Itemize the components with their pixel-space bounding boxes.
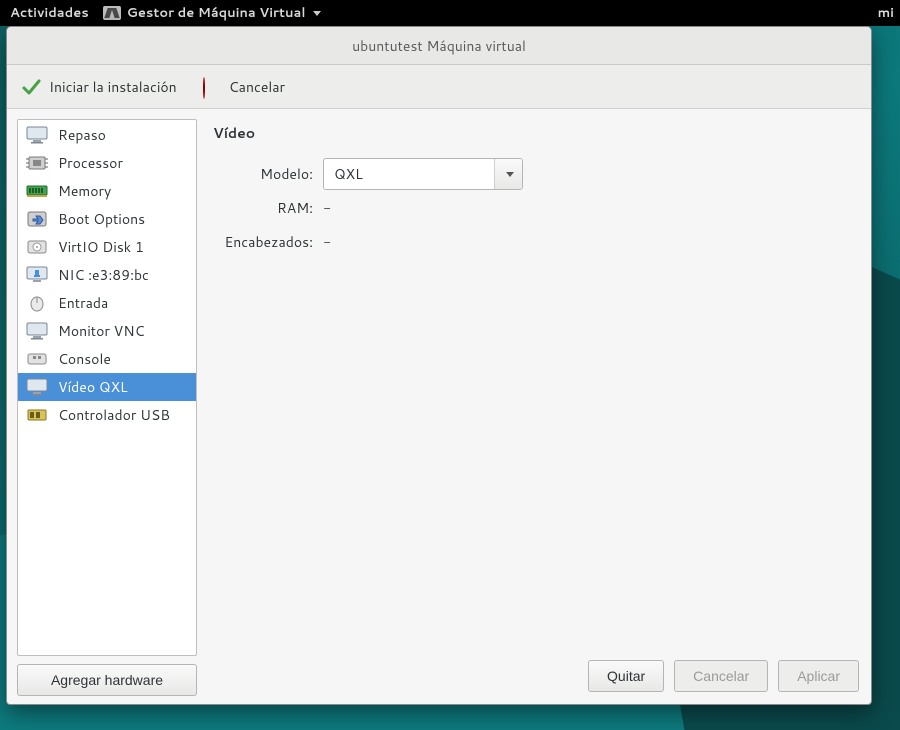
window-titlebar[interactable]: ubuntutest Máquina virtual (7, 27, 871, 65)
heads-label: Encabezados: (211, 232, 323, 252)
hw-item[interactable]: Entrada (18, 289, 196, 317)
hardware-list[interactable]: Repaso Processor Memory Boot Options VirtIO … (17, 119, 197, 656)
hw-item-label: Boot Options (58, 209, 145, 229)
hw-item-label: Memory (58, 181, 111, 201)
hw-item[interactable]: VirtIO Disk 1 (18, 233, 196, 261)
usb-icon (26, 406, 48, 424)
hw-item-label: Controlador USB (58, 405, 170, 425)
hw-item-label: Entrada (58, 293, 108, 313)
hw-item[interactable]: NIC :e3:89:bc (18, 261, 196, 289)
hw-item[interactable]: Boot Options (18, 205, 196, 233)
virt-manager-icon (103, 6, 121, 20)
hw-item-label: NIC :e3:89:bc (58, 265, 149, 285)
disk-icon (26, 238, 48, 256)
hw-item-label: Processor (58, 153, 123, 173)
monitor-icon (26, 322, 48, 340)
hw-item[interactable]: Memory (18, 177, 196, 205)
combobox-toggle[interactable] (494, 159, 522, 189)
begin-install-button[interactable]: Iniciar la instalación (19, 73, 179, 101)
model-label: Modelo: (211, 164, 323, 184)
nic-icon (26, 266, 48, 284)
boot-icon (26, 210, 48, 228)
vm-details-window: ubuntutest Máquina virtual Iniciar la in… (6, 26, 872, 705)
hw-item[interactable]: Vídeo QXL (18, 373, 196, 401)
stop-icon (203, 78, 221, 96)
hw-item-label: Console (58, 349, 111, 369)
app-menu-label: Gestor de Máquina Virtual (127, 4, 306, 22)
cancel-install-label: Cancelar (229, 77, 285, 97)
begin-install-label: Iniciar la instalación (49, 77, 177, 97)
hw-item[interactable]: Controlador USB (18, 401, 196, 429)
mouse-icon (26, 294, 48, 312)
toolbar: Iniciar la instalación Cancelar (7, 65, 871, 109)
hw-item-label: Repaso (58, 125, 106, 145)
chevron-down-icon (313, 11, 321, 16)
gnome-topbar: Actividades Gestor de Máquina Virtual mi (0, 0, 900, 26)
model-combobox[interactable]: QXL (323, 158, 523, 190)
hw-item-label: Vídeo QXL (58, 377, 128, 397)
ram-label: RAM: (211, 198, 323, 218)
add-hardware-button[interactable]: Agregar hardware (17, 664, 197, 696)
monitor-icon (26, 126, 48, 144)
cancel-button[interactable]: Cancelar (674, 660, 768, 692)
hw-item[interactable]: Processor (18, 149, 196, 177)
cancel-install-button[interactable]: Cancelar (201, 73, 287, 101)
hw-item-label: VirtIO Disk 1 (58, 237, 144, 257)
hw-item[interactable]: Monitor VNC (18, 317, 196, 345)
ram-value: - (323, 198, 331, 218)
console-icon (26, 350, 48, 368)
chevron-down-icon (506, 172, 514, 177)
hw-item[interactable]: Console (18, 345, 196, 373)
check-icon (21, 77, 41, 97)
topbar-clock[interactable]: mi (878, 4, 894, 22)
remove-button[interactable]: Quitar (588, 660, 664, 692)
activities-button[interactable]: Actividades (10, 4, 89, 22)
monitor-icon (26, 378, 48, 396)
detail-pane: Vídeo Modelo: QXL RAM: - Encabezados: - (211, 119, 861, 696)
apply-button[interactable]: Aplicar (778, 660, 859, 692)
hw-item[interactable]: Repaso (18, 121, 196, 149)
chip-icon (26, 154, 48, 172)
heads-value: - (323, 232, 331, 252)
detail-title: Vídeo (213, 123, 861, 143)
memory-icon (26, 182, 48, 200)
hw-item-label: Monitor VNC (58, 321, 145, 341)
model-value: QXL (324, 159, 494, 189)
window-title: ubuntutest Máquina virtual (352, 36, 526, 56)
app-menu[interactable]: Gestor de Máquina Virtual (103, 4, 322, 22)
